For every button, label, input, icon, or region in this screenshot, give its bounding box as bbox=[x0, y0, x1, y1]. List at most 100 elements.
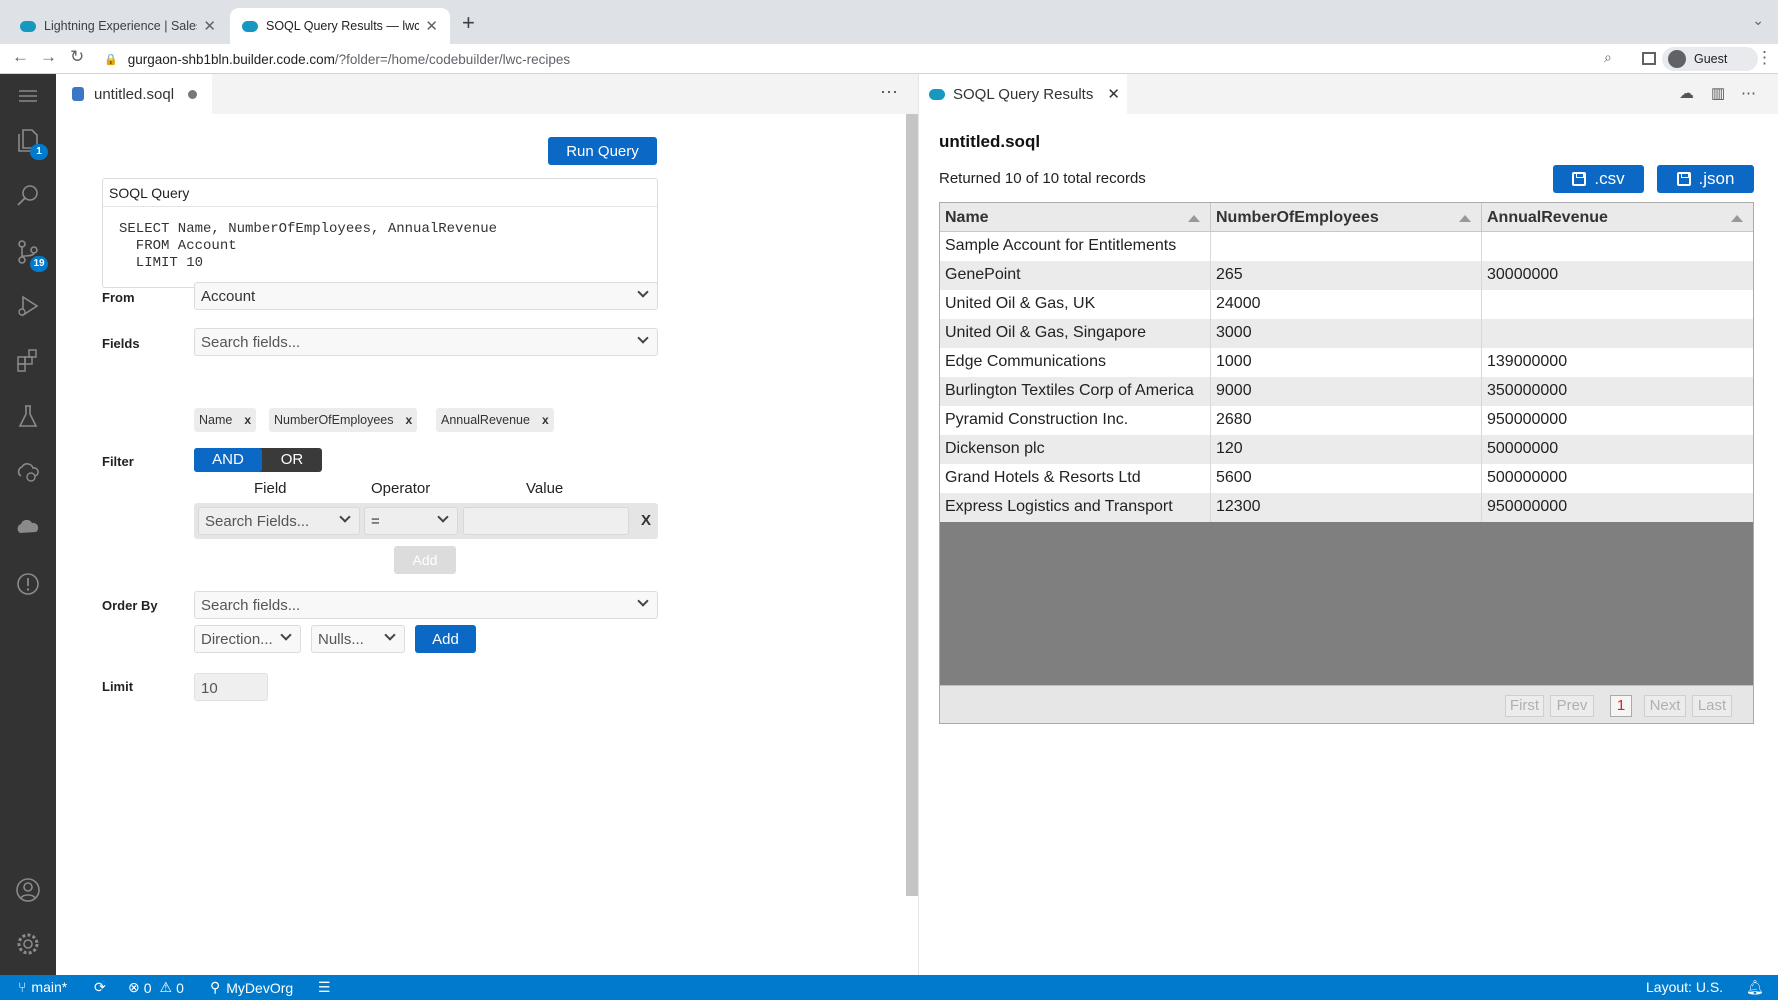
address-bar[interactable]: 🔒 gurgaon-shb1bln.builder.code.com/?fold… bbox=[104, 46, 1634, 72]
sort-icon[interactable] bbox=[1731, 215, 1743, 222]
account-icon[interactable] bbox=[14, 876, 42, 904]
pagination: First Prev 1 Next Last bbox=[940, 685, 1753, 723]
filter-value-input[interactable] bbox=[463, 507, 629, 535]
sync-icon[interactable]: ⟳ bbox=[94, 979, 106, 996]
table-row[interactable]: United Oil & Gas, Singapore 3000 bbox=[940, 319, 1753, 348]
extensions-icon[interactable] bbox=[14, 346, 42, 374]
reload-icon[interactable]: ↻ bbox=[70, 47, 84, 67]
nulls-select[interactable]: Nulls... bbox=[311, 625, 405, 653]
table-row[interactable]: Burlington Textiles Corp of America 9000 3… bbox=[940, 377, 1753, 406]
org-sync-icon[interactable]: ☁ bbox=[1679, 84, 1694, 102]
table-cell bbox=[1482, 290, 1753, 319]
table-row[interactable]: Sample Account for Entitlements bbox=[940, 232, 1753, 261]
from-select[interactable]: Account bbox=[194, 282, 658, 310]
new-tab-button[interactable]: + bbox=[462, 10, 475, 36]
remove-field-icon[interactable]: x bbox=[542, 413, 549, 427]
table-row[interactable]: United Oil & Gas, UK 24000 bbox=[940, 290, 1753, 319]
back-arrow-icon[interactable]: ← bbox=[12, 47, 29, 67]
problems-indicator[interactable]: ⊗ 0 ⚠ 0 bbox=[128, 979, 184, 996]
list-icon[interactable]: ☰ bbox=[318, 979, 331, 996]
last-page-button[interactable]: Last bbox=[1692, 695, 1732, 717]
csv-label: .csv bbox=[1594, 169, 1625, 188]
table-row[interactable]: Express Logistics and Transport 12300 9500… bbox=[940, 493, 1753, 522]
source-control-icon[interactable]: 19 bbox=[14, 238, 48, 272]
salesforce-cloud-icon[interactable] bbox=[14, 514, 42, 542]
column-header-annualrevenue[interactable]: AnnualRevenue bbox=[1482, 203, 1753, 232]
fields-placeholder: Search fields... bbox=[201, 334, 301, 351]
org-browser-icon[interactable] bbox=[14, 458, 42, 486]
editor-scrollbar[interactable] bbox=[906, 114, 918, 896]
zoom-icon[interactable]: ⌕ bbox=[1604, 49, 1612, 66]
profile-button[interactable]: Guest bbox=[1662, 47, 1758, 71]
tab-search-chevron-icon[interactable]: ⌄ bbox=[1752, 12, 1764, 29]
table-row[interactable]: Edge Communications 1000 139000000 bbox=[940, 348, 1753, 377]
and-toggle-button[interactable]: AND bbox=[194, 448, 262, 472]
table-row[interactable]: Dickenson plc 120 50000000 bbox=[940, 435, 1753, 464]
close-tab-icon[interactable]: ✕ bbox=[425, 17, 438, 35]
branch-name: main* bbox=[31, 979, 68, 995]
unsaved-dot-icon[interactable] bbox=[188, 89, 198, 99]
add-filter-button[interactable]: Add bbox=[394, 546, 456, 574]
table-row[interactable]: Grand Hotels & Resorts Ltd 5600 500000000 bbox=[940, 464, 1753, 493]
explorer-icon[interactable]: 1 bbox=[14, 126, 48, 160]
close-tab-icon[interactable]: ✕ bbox=[1107, 85, 1120, 103]
table-cell: GenePoint bbox=[940, 261, 1211, 290]
filter-field-select[interactable]: Search Fields... bbox=[198, 507, 360, 535]
close-tab-icon[interactable]: ✕ bbox=[203, 17, 216, 35]
branch-indicator[interactable]: ⑂ main* bbox=[18, 979, 67, 995]
filter-operator-select[interactable]: = bbox=[364, 507, 458, 535]
remove-field-icon[interactable]: x bbox=[406, 413, 413, 427]
keyboard-layout[interactable]: Layout: U.S. bbox=[1646, 979, 1723, 995]
results-summary: Returned 10 of 10 total records bbox=[939, 170, 1146, 187]
browser-tab-salesforce[interactable]: Lightning Experience | Salesfor ✕ bbox=[8, 8, 228, 44]
table-cell: Edge Communications bbox=[940, 348, 1211, 377]
remove-filter-icon[interactable]: X bbox=[641, 512, 651, 529]
download-json-button[interactable]: .json bbox=[1657, 165, 1754, 193]
table-row[interactable]: Pyramid Construction Inc. 2680 950000000 bbox=[940, 406, 1753, 435]
problems-alert-icon[interactable] bbox=[14, 570, 42, 598]
download-csv-button[interactable]: .csv bbox=[1553, 165, 1644, 193]
first-page-button[interactable]: First bbox=[1505, 695, 1544, 717]
or-toggle-button[interactable]: OR bbox=[262, 448, 322, 472]
testing-flask-icon[interactable] bbox=[14, 402, 42, 430]
fields-search-select[interactable]: Search fields... bbox=[194, 328, 658, 356]
menu-icon[interactable] bbox=[14, 82, 42, 110]
table-row[interactable]: GenePoint 265 30000000 bbox=[940, 261, 1753, 290]
current-page-button[interactable]: 1 bbox=[1610, 695, 1632, 717]
more-actions-icon[interactable]: ⋯ bbox=[880, 82, 898, 103]
table-cell: 3000 bbox=[1211, 319, 1482, 348]
order-by-field-select[interactable]: Search fields... bbox=[194, 591, 658, 619]
direction-select[interactable]: Direction... bbox=[194, 625, 301, 653]
editor-tab-bar: untitled.soql ⋯ bbox=[56, 74, 918, 114]
table-cell: 265 bbox=[1211, 261, 1482, 290]
prev-page-button[interactable]: Prev bbox=[1550, 695, 1594, 717]
next-page-button[interactable]: Next bbox=[1644, 695, 1686, 717]
table-cell: Express Logistics and Transport bbox=[940, 493, 1211, 522]
table-cell: 950000000 bbox=[1487, 411, 1568, 428]
sort-icon[interactable] bbox=[1188, 215, 1200, 222]
split-editor-icon[interactable]: ▥ bbox=[1711, 84, 1725, 102]
add-order-by-button[interactable]: Add bbox=[415, 625, 476, 653]
sort-icon[interactable] bbox=[1459, 215, 1471, 222]
browser-tab-soql-results[interactable]: SOQL Query Results — lwc-re ✕ bbox=[230, 8, 450, 44]
more-actions-icon[interactable]: ⋯ bbox=[1741, 84, 1756, 102]
forward-arrow-icon[interactable]: → bbox=[40, 47, 57, 67]
run-debug-icon[interactable] bbox=[14, 292, 42, 320]
column-header-name[interactable]: Name bbox=[940, 203, 1211, 232]
chevron-down-icon bbox=[637, 286, 649, 298]
chevron-down-icon bbox=[339, 511, 351, 523]
column-header-numberofemployees[interactable]: NumberOfEmployees bbox=[1211, 203, 1482, 232]
soql-query-text[interactable]: SELECT Name, NumberOfEmployees, AnnualRe… bbox=[103, 207, 657, 272]
default-org-indicator[interactable]: ⚲ MyDevOrg bbox=[210, 979, 293, 996]
editor-tab-untitled-soql[interactable]: untitled.soql bbox=[56, 74, 212, 114]
limit-input[interactable]: 10 bbox=[194, 673, 268, 701]
table-cell: United Oil & Gas, Singapore bbox=[940, 319, 1211, 348]
remove-field-icon[interactable]: x bbox=[244, 413, 251, 427]
run-query-button[interactable]: Run Query bbox=[548, 137, 657, 165]
settings-gear-icon[interactable] bbox=[14, 930, 42, 958]
notifications-bell-icon[interactable]: 🔔︎ bbox=[1746, 979, 1764, 996]
browser-menu-icon[interactable]: ⋮ bbox=[1756, 48, 1773, 68]
results-tab[interactable]: SOQL Query Results ✕ bbox=[919, 74, 1127, 114]
side-panel-icon[interactable] bbox=[1642, 52, 1656, 65]
search-icon[interactable] bbox=[14, 182, 42, 210]
